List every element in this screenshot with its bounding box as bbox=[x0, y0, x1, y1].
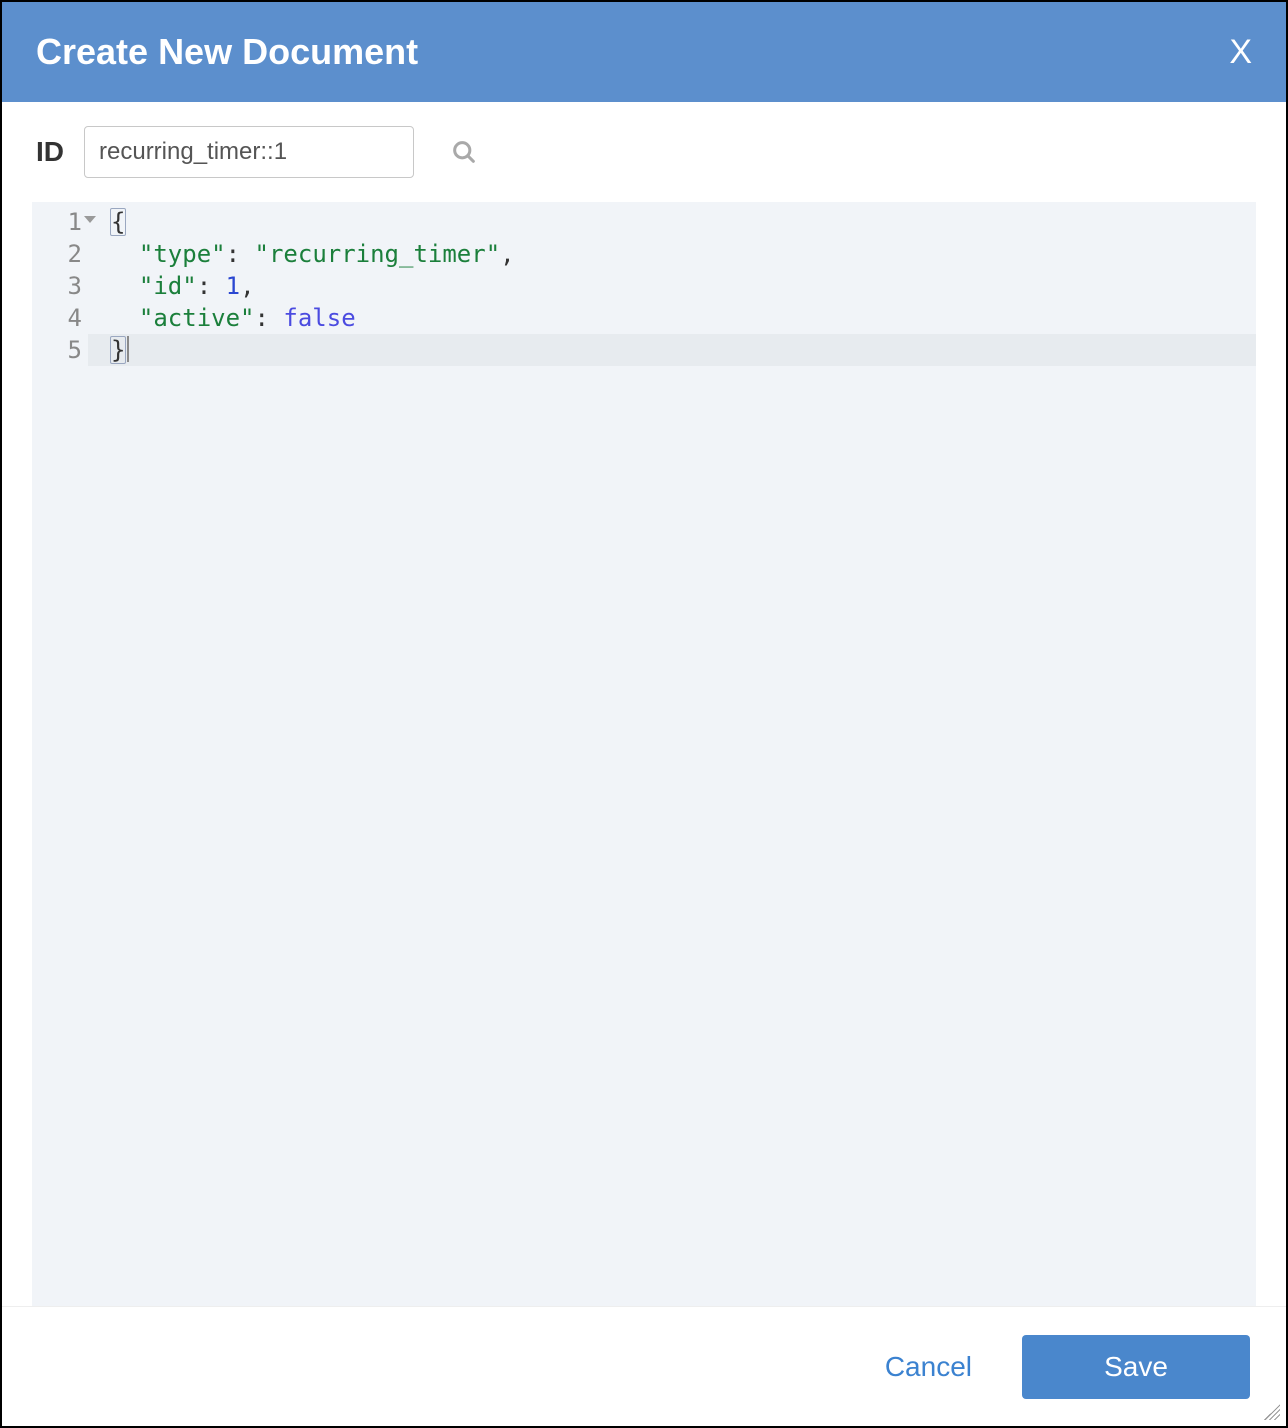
line-number: 1 bbox=[32, 206, 82, 238]
editor-cursor bbox=[127, 336, 129, 362]
json-editor[interactable]: 12345 { "type": "recurring_timer", "id":… bbox=[32, 202, 1256, 1306]
code-line[interactable]: "id": 1, bbox=[110, 270, 1256, 302]
code-line[interactable]: { bbox=[110, 206, 1256, 238]
code-line[interactable]: "type": "recurring_timer", bbox=[110, 238, 1256, 270]
modal-header: Create New Document X bbox=[2, 2, 1286, 102]
editor-gutter: 12345 bbox=[32, 202, 88, 1306]
modal-footer: Cancel Save bbox=[2, 1306, 1286, 1426]
create-document-modal: Create New Document X ID 12345 { "type":… bbox=[0, 0, 1288, 1428]
line-number: 3 bbox=[32, 270, 82, 302]
search-icon[interactable] bbox=[450, 138, 478, 166]
close-icon[interactable]: X bbox=[1229, 33, 1252, 72]
modal-title: Create New Document bbox=[36, 31, 418, 73]
id-label: ID bbox=[36, 136, 64, 168]
code-line[interactable]: } bbox=[88, 334, 1256, 366]
editor-code-area[interactable]: { "type": "recurring_timer", "id": 1, "a… bbox=[88, 202, 1256, 1306]
save-button[interactable]: Save bbox=[1022, 1335, 1250, 1399]
line-number: 2 bbox=[32, 238, 82, 270]
id-row: ID bbox=[2, 102, 1286, 202]
document-id-input[interactable] bbox=[84, 126, 414, 178]
code-line[interactable]: "active": false bbox=[110, 302, 1256, 334]
cancel-button[interactable]: Cancel bbox=[885, 1351, 972, 1383]
line-number: 4 bbox=[32, 302, 82, 334]
line-number: 5 bbox=[32, 334, 82, 366]
